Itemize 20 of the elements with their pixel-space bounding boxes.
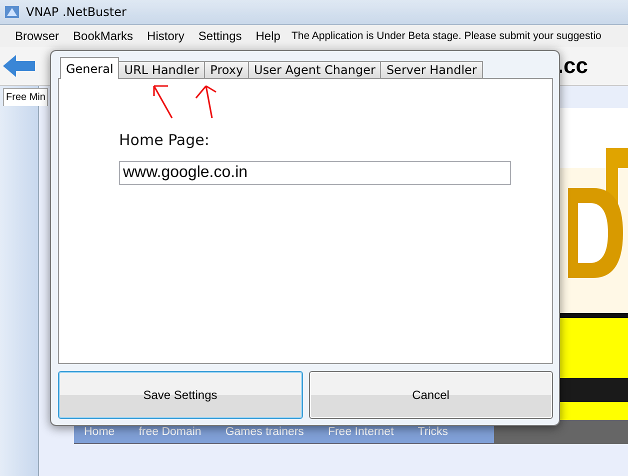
home-page-field[interactable]: www.google.co.in xyxy=(119,161,511,185)
site-title: .cc xyxy=(557,53,588,79)
tab[interactable]: Proxy xyxy=(204,61,250,79)
field-label: Home Page: xyxy=(119,131,210,149)
save-button[interactable]: Save Settings xyxy=(58,371,302,419)
menu-item[interactable]: BookMarks xyxy=(66,29,140,43)
tab[interactable]: General xyxy=(60,57,120,79)
cancel-button[interactable]: Cancel xyxy=(308,371,553,419)
tab[interactable]: User Agent Changer xyxy=(248,61,382,79)
menu-item[interactable]: History xyxy=(140,29,192,43)
menu-item[interactable]: Settings xyxy=(191,29,249,43)
tab[interactable]: URL Handler xyxy=(118,61,206,79)
menu-item[interactable]: Browser xyxy=(8,29,66,43)
tab[interactable]: Server Handler xyxy=(380,61,483,79)
back-arrow-icon[interactable] xyxy=(2,54,36,78)
beta-notice: The Application is Under Beta stage. Please submit your suggestio xyxy=(291,30,602,42)
app-icon xyxy=(4,4,20,20)
browser-tab[interactable]: Free Min xyxy=(3,88,48,106)
menu-item[interactable]: Help xyxy=(248,29,288,43)
window-title: VNAP .NetBuster xyxy=(26,5,126,19)
